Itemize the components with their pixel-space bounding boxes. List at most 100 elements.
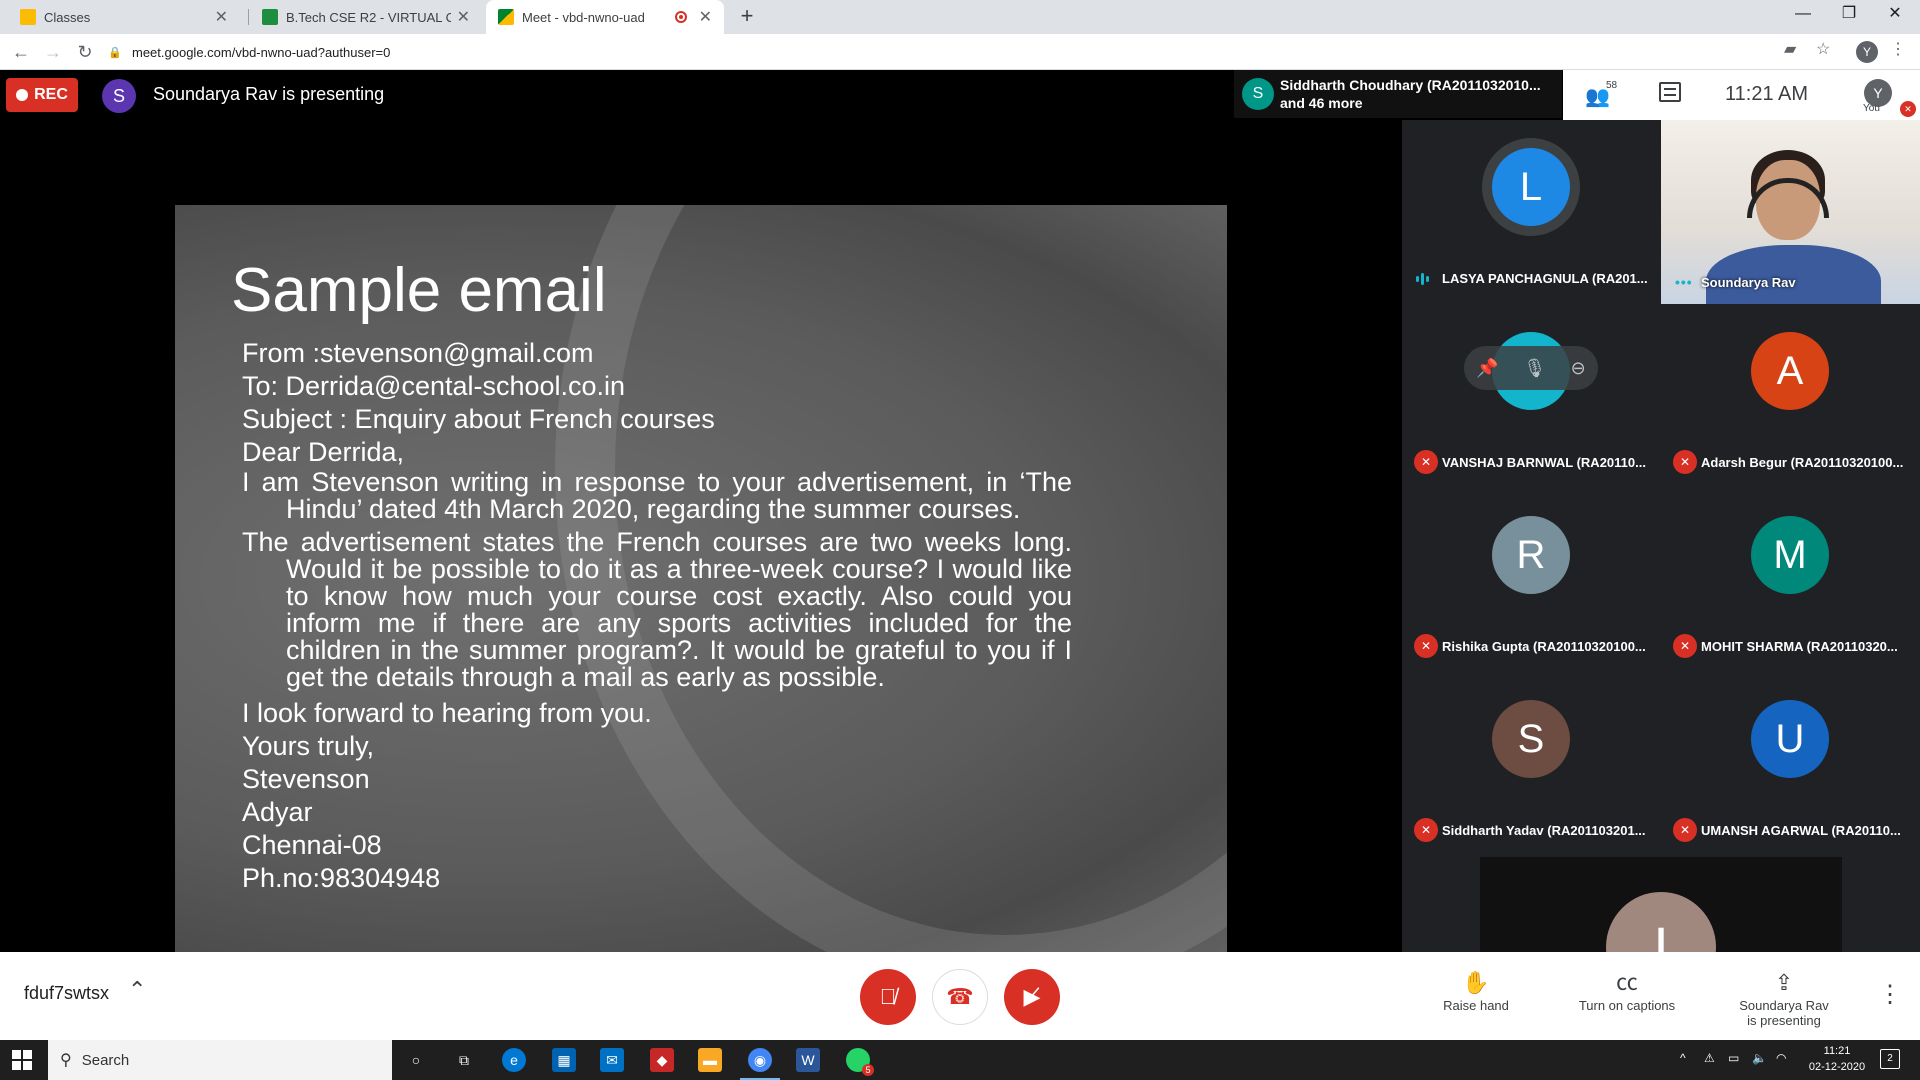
- edge-icon[interactable]: e: [502, 1048, 526, 1072]
- hang-up-icon: ☎: [946, 984, 974, 1009]
- browser-menu-icon[interactable]: ⋮: [1890, 39, 1906, 59]
- minimize-icon[interactable]: —: [1780, 0, 1826, 30]
- close-icon[interactable]: ✕: [215, 7, 228, 27]
- raise-hand-button[interactable]: ✋ Raise hand: [1411, 970, 1541, 1013]
- windows-start-icon[interactable]: [12, 1050, 32, 1070]
- tray-chevron-icon[interactable]: ^: [1680, 1051, 1686, 1065]
- forward-arrow-icon[interactable]: →: [40, 39, 66, 65]
- camera-icon[interactable]: ▰: [1784, 39, 1796, 59]
- chevron-up-icon[interactable]: ⌃: [128, 977, 146, 1003]
- record-dot-icon: [16, 89, 29, 101]
- windows-taskbar: ⚲ Search ○ ⧉ e ▦ ✉ ◆ ▬ ◉ W 5 ^ ⚠ ▭ 🔈 ◠ 1…: [0, 1040, 1920, 1080]
- participant-name: Siddharth Yadav (RA201103201...: [1442, 823, 1646, 838]
- mic-off-icon: ✕: [1673, 818, 1697, 842]
- participant-avatar: U: [1751, 700, 1829, 778]
- close-icon[interactable]: ✕: [699, 7, 712, 27]
- taskbar-search[interactable]: ⚲ Search: [48, 1040, 392, 1080]
- restore-icon[interactable]: ❐: [1826, 0, 1872, 30]
- participant-avatar: L: [1492, 148, 1570, 226]
- people-count: 58: [1606, 80, 1618, 91]
- file-explorer-icon[interactable]: ▬: [698, 1048, 722, 1072]
- battery-icon[interactable]: ▭: [1728, 1051, 1739, 1065]
- camera-off-icon: ▶̸: [1023, 984, 1041, 1009]
- meeting-code: fduf7swtsx: [24, 983, 110, 1003]
- address-bar[interactable]: 🔒 meet.google.com/vbd-nwno-uad?authuser=…: [108, 38, 1890, 66]
- remove-icon[interactable]: ⊖: [1571, 358, 1586, 379]
- meet-header-actions: 👥 58 11:21 AM Y You ✕: [1563, 70, 1920, 120]
- participant-avatar: R: [1492, 516, 1570, 594]
- presentation-stage: Sample email From :stevenson@gmail.com T…: [0, 120, 1402, 952]
- slide-title: Sample email: [231, 256, 607, 325]
- game-app-icon[interactable]: ◆: [650, 1048, 674, 1072]
- rec-label: REC: [34, 86, 68, 103]
- notification-icon[interactable]: 2: [1880, 1049, 1900, 1069]
- search-icon: ⚲: [60, 1052, 72, 1069]
- slide-body: From :stevenson@gmail.com To: Derrida@ce…: [242, 337, 1072, 895]
- whatsapp-icon[interactable]: 5: [846, 1048, 874, 1076]
- participant-tile[interactable]: U ✕ UMANSH AGARWAL (RA20110...: [1661, 672, 1919, 852]
- email-signoff: Yours truly,: [242, 731, 375, 761]
- wifi-icon[interactable]: ◠: [1776, 1051, 1786, 1065]
- cortana-icon[interactable]: ○: [404, 1048, 428, 1072]
- email-paragraph-1: I am Stevenson writing in response to yo…: [242, 467, 1072, 524]
- captions-button[interactable]: ㏄ Turn on captions: [1562, 970, 1692, 1013]
- participant-tile[interactable]: 📌 🎙 ⊖ ✕ VANSHAJ BARNWAL (RA20110...: [1402, 304, 1660, 484]
- participant-tile[interactable]: L LASYA PANCHAGNULA (RA201...: [1402, 120, 1660, 300]
- email-sender-name: Stevenson: [242, 764, 370, 794]
- presenting-status: Soundarya Rav is presenting: [153, 84, 385, 104]
- mic-off-icon: ✕: [1673, 634, 1697, 658]
- mail-icon[interactable]: ✉: [600, 1048, 624, 1072]
- mute-participant-icon[interactable]: 🎙: [1523, 358, 1546, 379]
- task-view-icon[interactable]: ⧉: [452, 1048, 476, 1072]
- tab-btech-virtual-class[interactable]: B.Tech CSE R2 - VIRTUAL CLASSR ✕: [250, 0, 482, 34]
- chrome-icon[interactable]: ◉: [740, 1048, 780, 1080]
- whatsapp-badge: 5: [862, 1064, 874, 1076]
- recording-badge: REC: [6, 78, 78, 112]
- speaking-indicator-icon: [1416, 272, 1434, 286]
- email-sender-phone: Ph.no:98304948: [242, 863, 441, 893]
- self-label: You: [1863, 103, 1880, 114]
- email-closing: I look forward to hearing from you.: [242, 698, 652, 728]
- participant-avatar: M: [1751, 516, 1829, 594]
- tab-meet[interactable]: Meet - vbd-nwno-uad ✕: [486, 0, 724, 34]
- close-icon[interactable]: ✕: [457, 7, 470, 27]
- word-icon[interactable]: W: [796, 1048, 820, 1072]
- participant-tile[interactable]: A ✕ Adarsh Begur (RA20110320100...: [1661, 304, 1919, 484]
- meeting-details[interactable]: fduf7swtsx ⌃: [24, 977, 146, 1004]
- joiner-more: and 46 more: [1280, 95, 1363, 111]
- raise-hand-label: Raise hand: [1443, 998, 1509, 1013]
- participant-tile[interactable]: R ✕ Rishika Gupta (RA20110320100...: [1402, 488, 1660, 668]
- mic-off-icon: ✕: [1900, 101, 1916, 117]
- new-tab-button[interactable]: +: [734, 4, 760, 30]
- presenting-button[interactable]: ⇪ Soundarya Rav is presenting: [1719, 970, 1849, 1028]
- chat-icon[interactable]: [1659, 82, 1681, 102]
- profile-avatar[interactable]: Y: [1856, 41, 1878, 63]
- mic-off-icon: ✕: [1673, 450, 1697, 474]
- network-icon[interactable]: ⚠: [1704, 1051, 1715, 1065]
- participant-tile[interactable]: I: [1480, 857, 1842, 952]
- email-paragraph-2: The advertisement states the French cour…: [242, 527, 1072, 692]
- presenter-video-tile[interactable]: ••• Soundarya Rav: [1661, 120, 1920, 304]
- tab-separator: [248, 9, 249, 25]
- participant-name: LASYA PANCHAGNULA (RA201...: [1442, 271, 1648, 286]
- microphone-toggle-button[interactable]: 🎙̸: [860, 969, 916, 1025]
- camera-toggle-button[interactable]: ▶̸: [1004, 969, 1060, 1025]
- participant-name: Adarsh Begur (RA20110320100...: [1701, 455, 1904, 470]
- email-greeting: Dear Derrida,: [242, 437, 405, 467]
- participant-name: UMANSH AGARWAL (RA20110...: [1701, 823, 1901, 838]
- leave-call-button[interactable]: ☎: [932, 969, 988, 1025]
- back-arrow-icon[interactable]: ←: [8, 39, 34, 65]
- reload-icon[interactable]: ↻: [72, 39, 98, 65]
- participant-tile[interactable]: S ✕ Siddharth Yadav (RA201103201...: [1402, 672, 1660, 852]
- bookmark-star-icon[interactable]: ☆: [1816, 39, 1830, 59]
- email-sender-city: Chennai-08: [242, 830, 382, 860]
- volume-icon[interactable]: 🔈: [1752, 1051, 1767, 1065]
- tab-classes[interactable]: Classes ✕: [8, 0, 240, 34]
- store-icon[interactable]: ▦: [552, 1048, 576, 1072]
- taskbar-clock[interactable]: 11:21 02-12-2020: [1800, 1043, 1874, 1075]
- pin-icon[interactable]: 📌: [1476, 358, 1498, 379]
- participant-tile[interactable]: M ✕ MOHIT SHARMA (RA20110320...: [1661, 488, 1919, 668]
- participant-avatar: S: [1492, 700, 1570, 778]
- more-options-icon[interactable]: ⋮: [1878, 980, 1902, 1009]
- close-window-icon[interactable]: ✕: [1872, 0, 1918, 30]
